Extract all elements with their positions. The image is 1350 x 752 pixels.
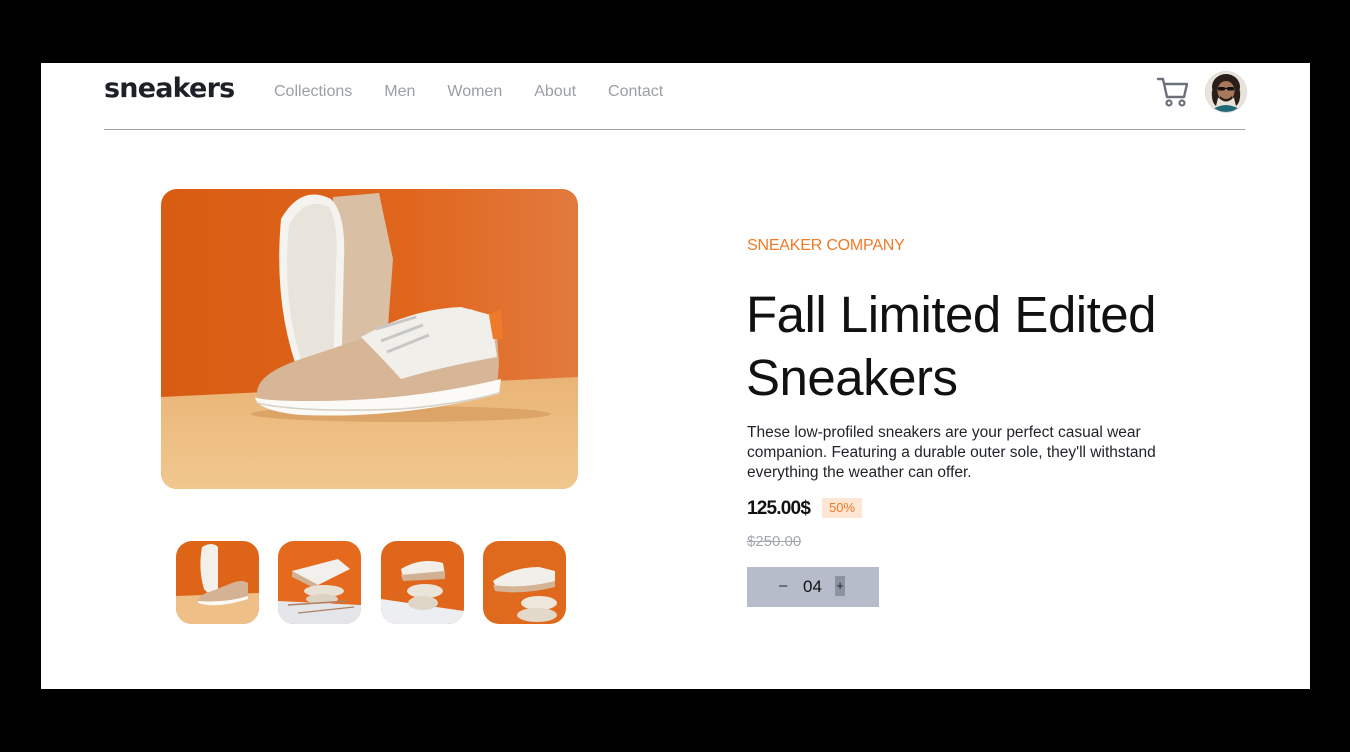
product-description: These low-profiled sneakers are your per… [747, 424, 1156, 481]
decrease-quantity-button[interactable]: – [779, 577, 787, 594]
thumbnail-2[interactable] [278, 541, 361, 624]
nav-contact[interactable]: Contact [608, 83, 663, 101]
user-avatar[interactable] [1206, 72, 1246, 112]
cart-icon[interactable] [1156, 75, 1190, 107]
product-title: Fall Limited Edited Sneakers [746, 286, 1157, 406]
quantity-stepper: – 04 + [747, 567, 879, 607]
quantity-value: 04 [803, 577, 822, 596]
main-product-image[interactable] [161, 189, 578, 489]
current-price: 125.00$ [747, 498, 811, 519]
thumbnail-3[interactable] [381, 541, 464, 624]
original-price: $250.00 [747, 533, 802, 550]
product-page: sneakers Collections Men Women About Con… [41, 63, 1310, 689]
site-logo[interactable]: sneakers [104, 73, 235, 104]
nav-women[interactable]: Women [447, 83, 502, 101]
nav-collections[interactable]: Collections [274, 83, 352, 101]
thumbnail-4[interactable] [483, 541, 566, 624]
thumbnail-1[interactable] [176, 541, 259, 624]
site-header: sneakers Collections Men Women About Con… [104, 63, 1246, 130]
discount-badge: 50% [822, 498, 863, 518]
main-nav: Collections Men Women About Contact [274, 83, 695, 101]
increase-quantity-button[interactable]: + [835, 576, 845, 596]
company-name: SNEAKER COMPANY [747, 237, 905, 254]
nav-about[interactable]: About [534, 83, 576, 101]
nav-men[interactable]: Men [384, 83, 415, 101]
